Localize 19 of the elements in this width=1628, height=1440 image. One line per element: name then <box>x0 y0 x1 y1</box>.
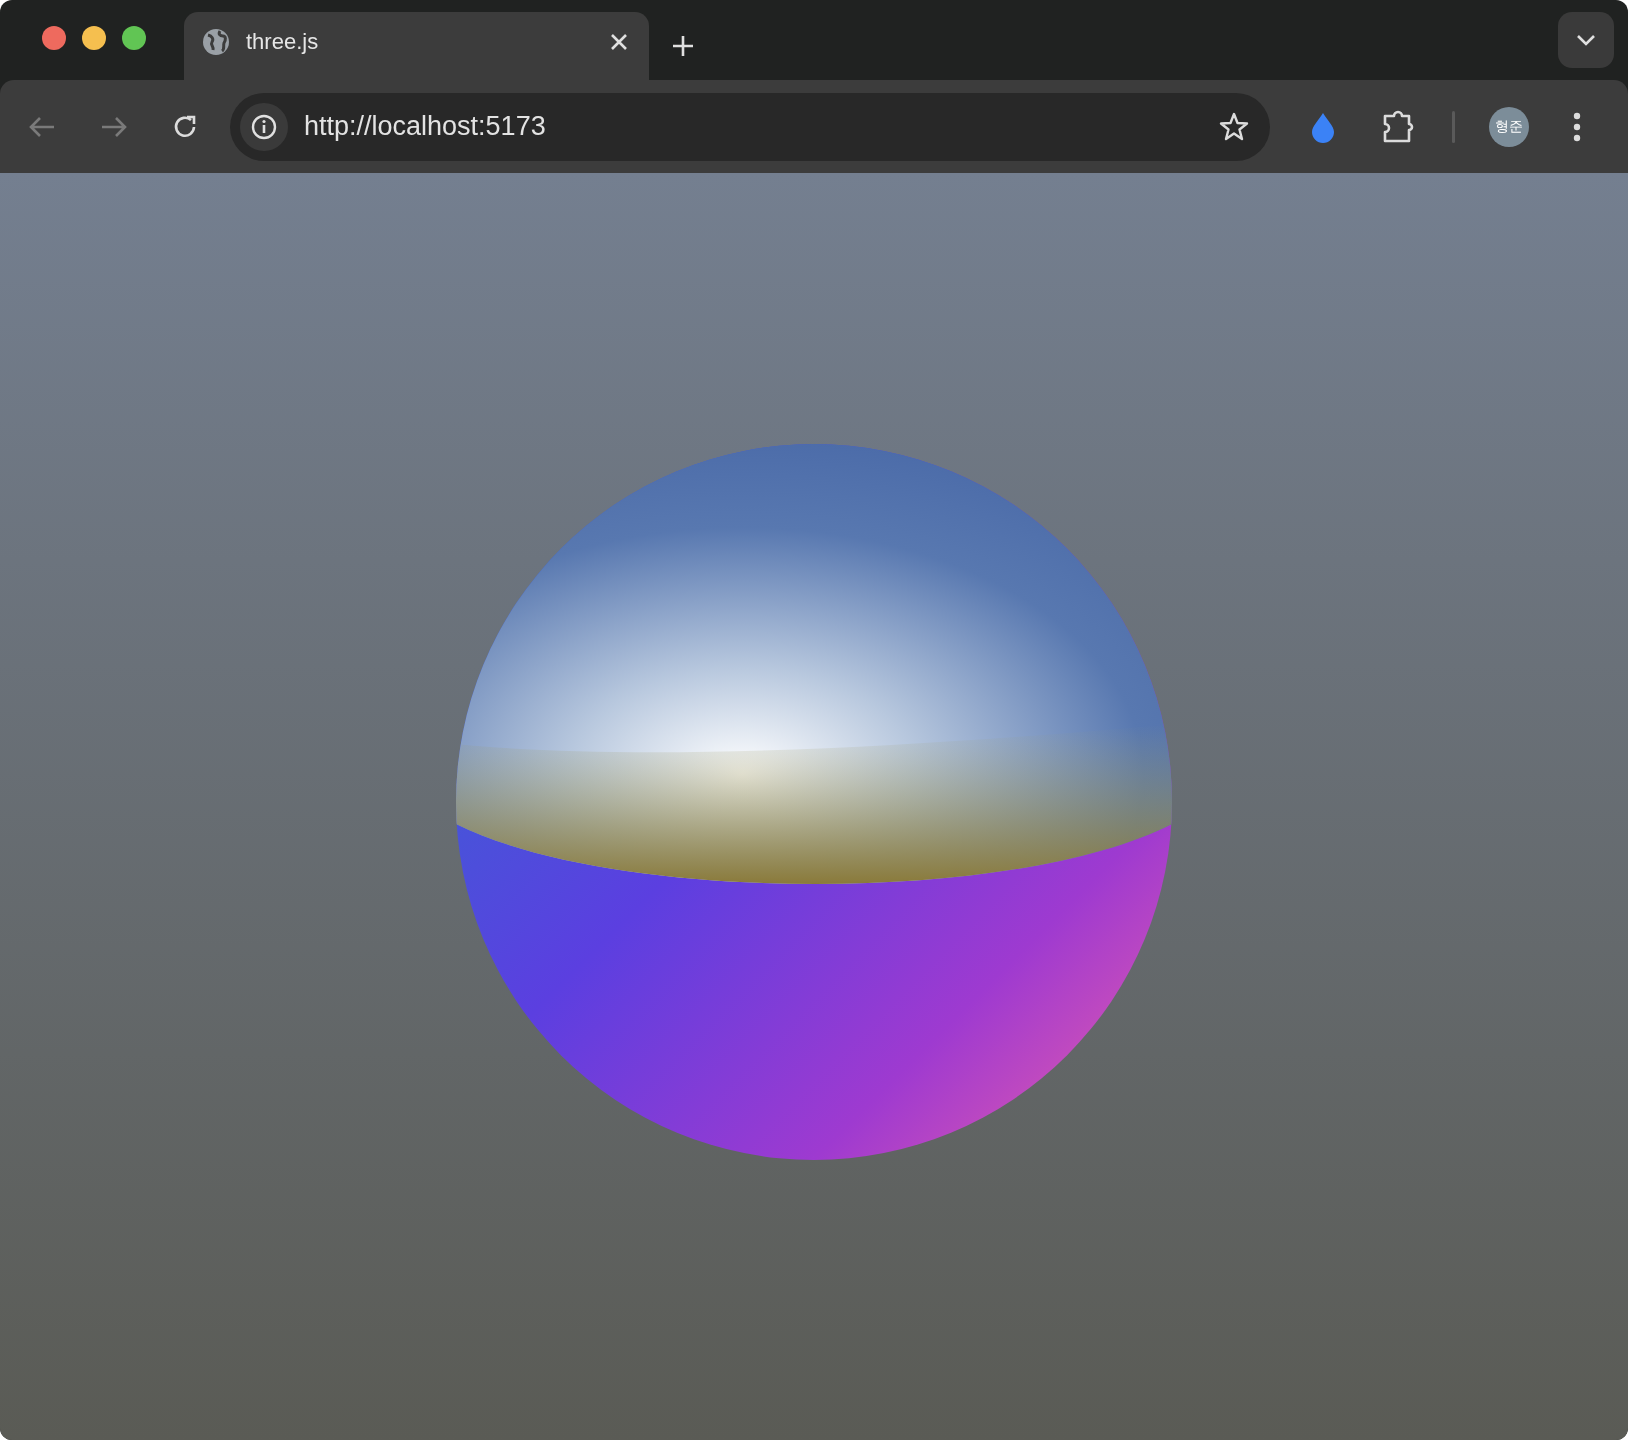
tab-title: three.js <box>246 29 320 55</box>
minimize-window-button[interactable] <box>82 26 106 50</box>
close-tab-button[interactable] <box>609 32 629 52</box>
info-icon <box>250 112 278 141</box>
close-window-button[interactable] <box>42 26 66 50</box>
bookmark-star-button[interactable] <box>1218 110 1250 143</box>
tab-list-button[interactable] <box>1558 12 1614 68</box>
chevron-down-icon <box>1576 34 1596 46</box>
globe-icon <box>202 28 230 56</box>
new-tab-button[interactable] <box>671 34 695 58</box>
maximize-window-button[interactable] <box>122 26 146 50</box>
forward-button[interactable] <box>100 114 128 139</box>
site-info-button[interactable] <box>240 102 288 151</box>
address-bar[interactable]: http://localhost:5173 <box>230 92 1270 161</box>
browser-tab[interactable]: three.js <box>184 12 649 80</box>
reload-button[interactable] <box>172 113 198 140</box>
url-text: http://localhost:5173 <box>304 111 547 142</box>
menu-button[interactable] <box>1573 111 1581 142</box>
back-button[interactable] <box>28 114 56 139</box>
